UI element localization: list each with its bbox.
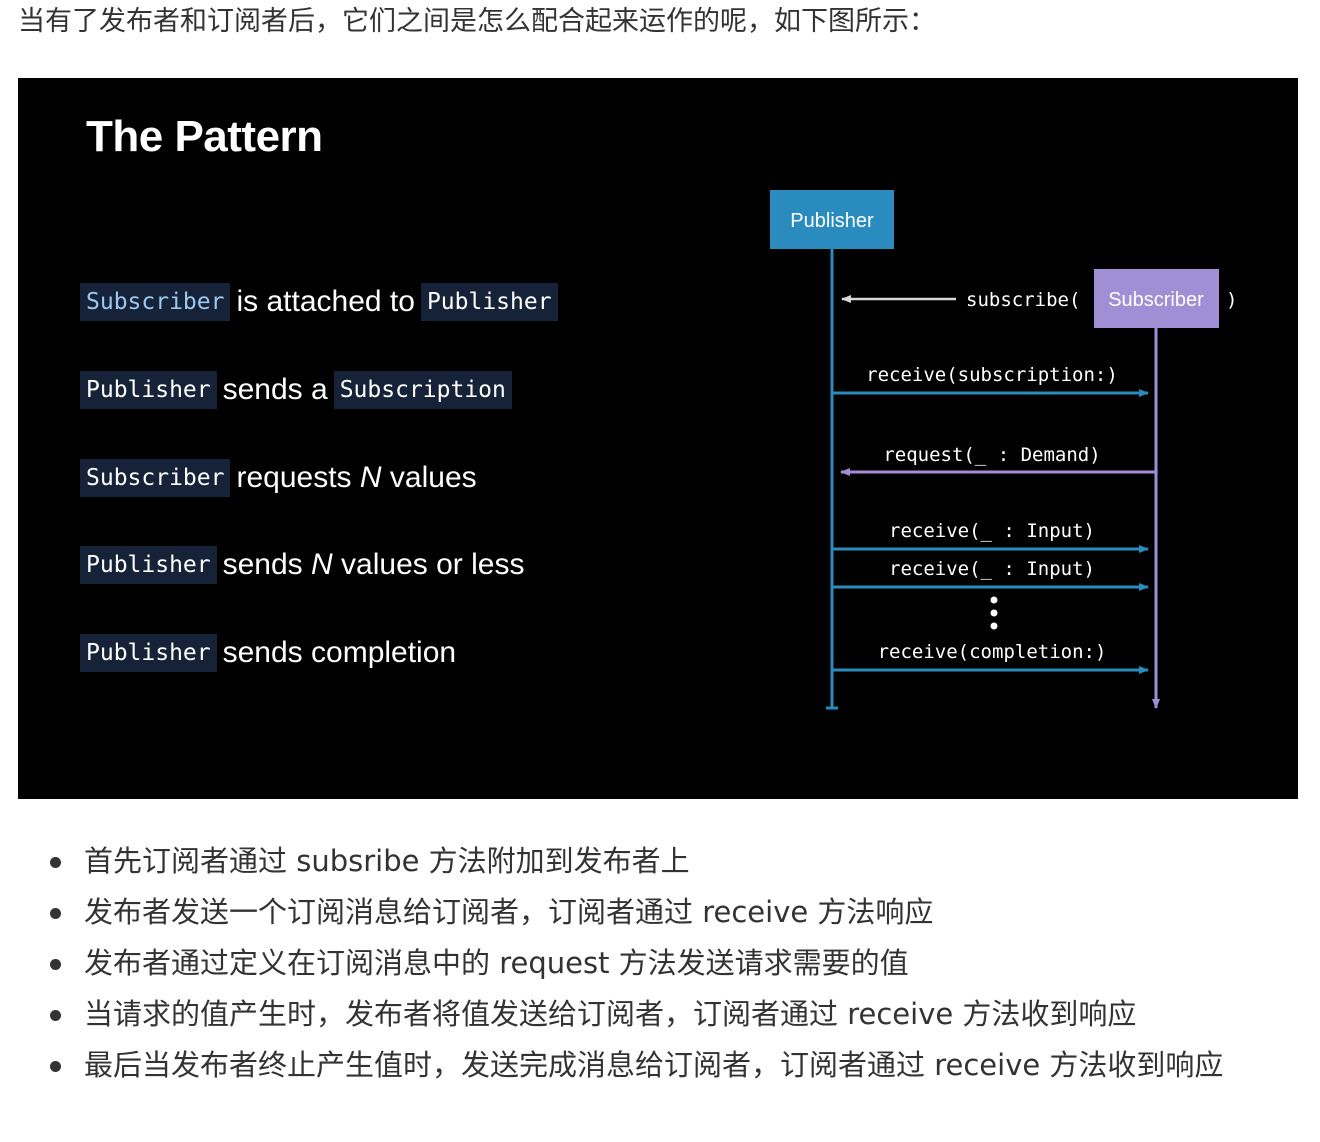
- bullet-icon: [50, 1010, 61, 1021]
- summary-list: 首先订阅者通过 subsribe 方法附加到发布者上 发布者发送一个订阅消息给订…: [50, 836, 1310, 1091]
- message-label: receive(_ : Input): [889, 558, 1095, 580]
- list-item-text: 首先订阅者通过 subsribe 方法附加到发布者上: [84, 844, 690, 878]
- list-item-text: 发布者通过定义在订阅消息中的 request 方法发送请求需要的值: [84, 946, 909, 980]
- list-item-text: 当请求的值产生时，发布者将值发送给订阅者，订阅者通过 receive 方法收到响…: [84, 997, 1137, 1031]
- intro-text: 当有了发布者和订阅者后，它们之间是怎么配合起来运作的呢，如下图所示：: [18, 6, 936, 37]
- ellipsis-dot: [990, 622, 998, 630]
- subscribe-open-label: subscribe(: [966, 289, 1080, 311]
- ellipsis-dot: [990, 609, 998, 617]
- message-label: receive(subscription:): [866, 364, 1118, 386]
- ellipsis-dot: [990, 596, 998, 604]
- subscriber-label: Subscriber: [1108, 289, 1204, 311]
- publisher-label: Publisher: [790, 210, 874, 232]
- pattern-slide-image: The Pattern Subscriber is attached to Pu…: [18, 78, 1298, 799]
- list-item: 发布者通过定义在订阅消息中的 request 方法发送请求需要的值: [50, 938, 1310, 989]
- message-label: receive(completion:): [878, 641, 1107, 663]
- sequence-diagram: Publisher Subscriber subscribe( ) receiv…: [770, 190, 1237, 710]
- list-item-text: 发布者发送一个订阅消息给订阅者，订阅者通过 receive 方法响应: [84, 895, 934, 929]
- list-item: 当请求的值产生时，发布者将值发送给订阅者，订阅者通过 receive 方法收到响…: [50, 989, 1310, 1040]
- list-item: 首先订阅者通过 subsribe 方法附加到发布者上: [50, 836, 1310, 887]
- bullet-icon: [50, 857, 61, 868]
- message-label: receive(_ : Input): [889, 520, 1095, 542]
- bullet-icon: [50, 959, 61, 970]
- bullet-icon: [50, 908, 61, 919]
- list-item: 发布者发送一个订阅消息给订阅者，订阅者通过 receive 方法响应: [50, 887, 1310, 938]
- message-label: request(_ : Demand): [883, 444, 1100, 466]
- list-item-text: 最后当发布者终止产生值时，发送完成消息给订阅者，订阅者通过 receive 方法…: [84, 1048, 1224, 1082]
- bullet-icon: [50, 1061, 61, 1072]
- subscribe-close-label: ): [1226, 289, 1237, 311]
- list-item: 最后当发布者终止产生值时，发送完成消息给订阅者，订阅者通过 receive 方法…: [50, 1040, 1310, 1091]
